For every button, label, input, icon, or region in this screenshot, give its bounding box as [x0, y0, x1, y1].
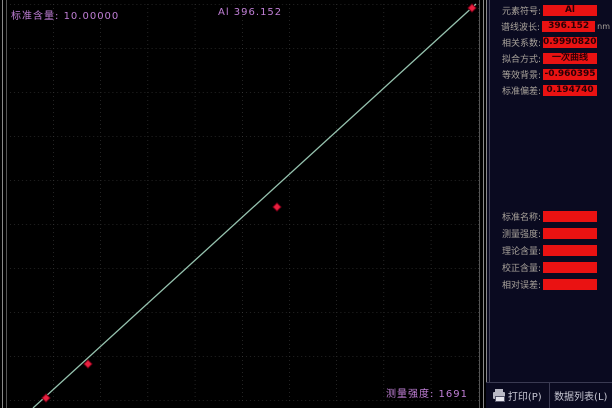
- field-label: 元素符号:: [491, 4, 541, 17]
- field-corrected-content: 校正含量:: [491, 261, 610, 273]
- field-element-symbol: 元素符号: Al: [491, 4, 610, 16]
- field-wavelength: 谱线波长: 396.152 nm: [491, 20, 610, 32]
- field-label: 等效背景:: [491, 68, 541, 81]
- field-measured-intensity: 测量强度:: [491, 227, 610, 239]
- field-correlation: 相关系数: 0.99908207: [491, 36, 610, 48]
- measured-intensity-label: 测量强度:: [386, 389, 434, 400]
- calibration-chart-area: 标准含量: 10.00000 Al 396.152 测量强度: 1691: [0, 0, 486, 408]
- measured-intensity-field-value: [543, 228, 597, 239]
- wavelength-value: 396.152: [542, 21, 595, 32]
- standard-content-label: 标准含量:: [11, 11, 59, 22]
- calibration-plot: [0, 0, 486, 408]
- chart-left-border-inner: [6, 0, 7, 408]
- field-standard-name: 标准名称:: [491, 210, 610, 222]
- standard-deviation-value: 0.194740: [543, 85, 597, 96]
- field-label: 标准偏差:: [491, 84, 541, 97]
- field-label: 谱线波长:: [491, 20, 540, 33]
- print-button-label: 打印(P): [508, 388, 542, 403]
- field-equivalent-background: 等效背景: -0.960395: [491, 68, 610, 80]
- equivalent-background-value: -0.960395: [543, 69, 597, 80]
- printer-icon: [493, 392, 505, 399]
- correlation-value: 0.99908207: [543, 37, 597, 48]
- measured-intensity-annotation: 测量强度: 1691: [386, 385, 468, 400]
- field-label: 理论含量:: [491, 244, 541, 257]
- chart-right-border-outer: [483, 0, 484, 408]
- field-fit-method: 拟合方式: 一次曲线: [491, 52, 610, 64]
- fit-method-value: 一次曲线: [543, 53, 597, 64]
- field-standard-deviation: 标准偏差: 0.194740: [491, 84, 610, 96]
- data-list-button[interactable]: 数据列表(L): [549, 383, 612, 408]
- standard-name-value: [543, 211, 597, 222]
- field-theoretical-content: 理论含量:: [491, 244, 610, 256]
- measured-intensity-value: 1691: [439, 389, 468, 400]
- print-button[interactable]: 打印(P): [486, 383, 549, 408]
- spectral-line-title: Al 396.152: [218, 7, 282, 18]
- wavelength-unit: nm: [597, 22, 610, 31]
- corrected-content-value: [543, 262, 597, 273]
- sample-info-fields: 标准名称: 测量强度: 理论含量: 校正含量: 相对误差:: [491, 210, 610, 295]
- field-label: 校正含量:: [491, 261, 541, 274]
- field-label: 拟合方式:: [491, 52, 541, 65]
- element-symbol-value: Al: [543, 5, 597, 16]
- standard-content-value: 10.00000: [64, 11, 120, 22]
- grid-lines: [6, 4, 479, 401]
- theoretical-content-value: [543, 245, 597, 256]
- button-bar: 打印(P) 数据列表(L): [486, 382, 612, 408]
- calibration-window: 标准含量: 10.00000 Al 396.152 测量强度: 1691 元素符…: [0, 0, 612, 408]
- field-label: 相对误差:: [491, 278, 541, 291]
- standard-content-annotation: 标准含量: 10.00000: [11, 7, 119, 22]
- field-label: 相关系数:: [491, 36, 541, 49]
- relative-error-value: [543, 279, 597, 290]
- field-label: 测量强度:: [491, 227, 541, 240]
- field-relative-error: 相对误差:: [491, 278, 610, 290]
- field-label: 标准名称:: [491, 210, 541, 223]
- chart-right-border-inner: [479, 0, 480, 408]
- line-info-fields: 元素符号: Al 谱线波长: 396.152 nm 相关系数: 0.999082…: [491, 4, 610, 100]
- data-list-button-label: 数据列表(L): [554, 388, 607, 403]
- chart-left-border-outer: [2, 0, 3, 408]
- info-panel: 元素符号: Al 谱线波长: 396.152 nm 相关系数: 0.999082…: [486, 0, 612, 408]
